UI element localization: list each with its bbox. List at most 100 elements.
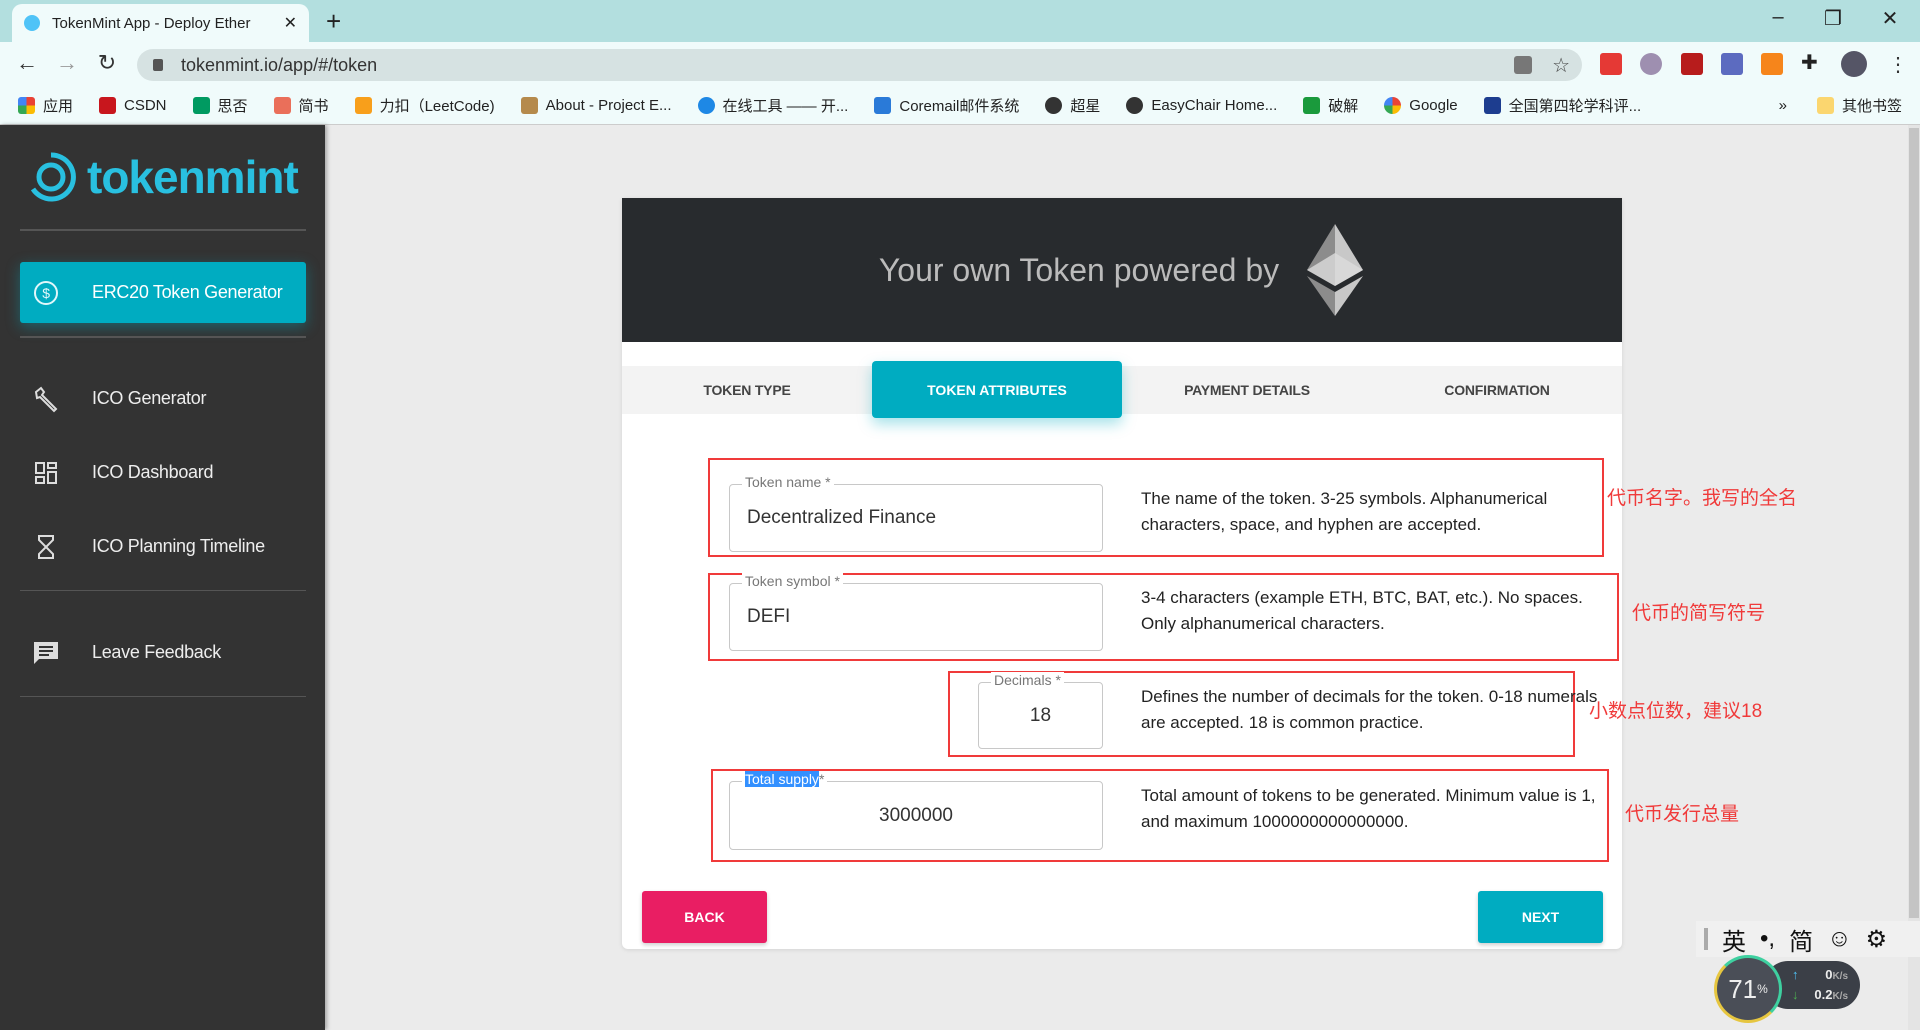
leetcode-icon bbox=[354, 96, 372, 114]
sidebar-item-erc20-token-generator[interactable]: $ ERC20 Token Generator bbox=[20, 262, 306, 323]
apps-grid-icon bbox=[18, 96, 35, 114]
hero-title: Your own Token powered by bbox=[878, 251, 1280, 288]
minimize-button[interactable]: – bbox=[1758, 6, 1798, 29]
bookmark-coremail[interactable]: Coremail邮件系统 bbox=[874, 95, 1019, 116]
gear-icon[interactable]: ⚙ bbox=[1866, 925, 1888, 954]
globe-icon bbox=[1045, 96, 1063, 114]
scrollbar-thumb[interactable] bbox=[1909, 128, 1919, 918]
translate-icon[interactable] bbox=[1514, 56, 1533, 74]
emoji-icon[interactable]: ☺ bbox=[1827, 925, 1852, 953]
tools-icon bbox=[697, 96, 715, 114]
token-symbol-help: 3-4 characters (example ETH, BTC, BAT, e… bbox=[1141, 588, 1583, 633]
ime-mode-toggle[interactable]: 简 bbox=[1789, 922, 1813, 957]
token-name-input[interactable]: Token name * Decentralized Finance bbox=[729, 474, 1103, 552]
total-supply-input[interactable]: Total supply* 3000000 bbox=[729, 771, 1103, 850]
bookmark-crack[interactable]: 破解 bbox=[1303, 95, 1358, 116]
jianshu-icon bbox=[273, 96, 291, 114]
upload-arrow-icon: ↑ bbox=[1792, 967, 1799, 982]
sidebar-item-ico-dashboard[interactable]: ICO Dashboard bbox=[20, 442, 306, 503]
hourglass-icon bbox=[32, 533, 60, 561]
bookmark-online-tools[interactable]: 在线工具 —— 开... bbox=[697, 95, 848, 116]
sidebar-item-label: ICO Planning Timeline bbox=[92, 536, 265, 556]
sidebar-divider bbox=[20, 590, 306, 591]
pe-icon bbox=[520, 96, 538, 114]
google-icon bbox=[1384, 96, 1402, 114]
ime-language-toggle[interactable]: 英 bbox=[1722, 922, 1746, 957]
step-token-type[interactable]: TOKEN TYPE bbox=[622, 366, 872, 414]
sidebar-item-ico-generator[interactable]: ICO Generator bbox=[20, 368, 306, 429]
bookmark-apps[interactable]: 应用 bbox=[18, 95, 73, 116]
sidebar-item-ico-planning-timeline[interactable]: ICO Planning Timeline bbox=[20, 516, 306, 577]
folder-icon bbox=[1816, 96, 1834, 114]
svg-text:$: $ bbox=[42, 285, 50, 301]
wizard-steps: TOKEN TYPE PAYMENT DETAILS CONFIRMATION bbox=[622, 366, 1622, 414]
globe-icon bbox=[1126, 96, 1144, 114]
z-icon bbox=[1303, 96, 1321, 114]
bookmark-leetcode[interactable]: 力扣（LeetCode) bbox=[354, 95, 495, 116]
token-symbol-input[interactable]: Token symbol * DEFI bbox=[729, 573, 1103, 651]
browser-menu-icon[interactable]: ⋮ bbox=[1888, 52, 1908, 77]
bookmark-google[interactable]: Google bbox=[1384, 96, 1458, 114]
decimals-help: Defines the number of decimals for the t… bbox=[1141, 687, 1598, 732]
bookmark-chaoxing[interactable]: 超星 bbox=[1045, 95, 1100, 116]
sidebar-item-label: ERC20 Token Generator bbox=[92, 282, 283, 302]
favicon-icon bbox=[24, 15, 40, 31]
mail-icon bbox=[874, 96, 892, 114]
bookmark-discipline-eval[interactable]: 全国第四轮学科评... bbox=[1483, 95, 1641, 116]
total-supply-help: Total amount of tokens to be generated. … bbox=[1141, 786, 1596, 831]
ime-punctuation-toggle[interactable]: •, bbox=[1760, 925, 1775, 953]
bookmark-segmentfault[interactable]: 思否 bbox=[192, 95, 248, 116]
reload-icon[interactable]: ↻ bbox=[92, 50, 122, 76]
bookmark-project-euler[interactable]: About - Project E... bbox=[520, 96, 672, 114]
ime-drag-handle[interactable] bbox=[1704, 928, 1708, 950]
back-nav-icon[interactable]: ← bbox=[12, 50, 42, 76]
other-bookmarks[interactable]: 其他书签 bbox=[1816, 95, 1902, 116]
close-tab-icon[interactable]: ✕ bbox=[284, 13, 297, 33]
sidebar-item-label: ICO Generator bbox=[92, 388, 207, 408]
sidebar-item-label: ICO Dashboard bbox=[92, 462, 214, 482]
forward-nav-icon[interactable]: → bbox=[52, 50, 82, 76]
ime-toolbar: 英 •, 简 ☺ ⚙ bbox=[1696, 921, 1920, 957]
wrench-icon bbox=[32, 385, 60, 413]
step-confirmation[interactable]: CONFIRMATION bbox=[1372, 366, 1622, 414]
graduation-icon bbox=[1483, 96, 1501, 114]
extension-pdf-icon[interactable] bbox=[1681, 53, 1703, 75]
dollar-circle-icon: $ bbox=[32, 279, 60, 307]
next-button[interactable]: NEXT bbox=[1478, 891, 1603, 943]
total-supply-label: Total supply* bbox=[742, 771, 828, 787]
step-token-attributes[interactable]: TOKEN ATTRIBUTES bbox=[872, 361, 1122, 418]
extension-cat-icon[interactable] bbox=[1640, 53, 1662, 75]
annotation-total-supply: 代币发行总量 bbox=[1625, 804, 1740, 825]
new-tab-button[interactable]: + bbox=[326, 6, 341, 37]
address-bar[interactable]: tokenmint.io/app/#/token ☆ bbox=[137, 49, 1582, 81]
dashboard-icon bbox=[32, 459, 60, 487]
url-text: tokenmint.io/app/#/token bbox=[181, 54, 378, 75]
close-window-button[interactable]: ✕ bbox=[1870, 6, 1910, 31]
back-button[interactable]: BACK bbox=[642, 891, 767, 943]
token-name-label: Token name * bbox=[742, 474, 834, 490]
restore-button[interactable]: ❐ bbox=[1813, 6, 1853, 31]
extension-metamask-icon[interactable] bbox=[1761, 53, 1783, 75]
extension-fe-icon[interactable] bbox=[1600, 53, 1622, 75]
tokenmint-logo-icon bbox=[30, 152, 76, 202]
bookmark-easychair[interactable]: EasyChair Home... bbox=[1126, 96, 1277, 114]
network-monitor-widget[interactable]: ↑ 0K/s ↓ 0.2K/s 71% bbox=[1714, 955, 1860, 1023]
bookmark-star-icon[interactable]: ☆ bbox=[1552, 53, 1570, 78]
profile-avatar[interactable] bbox=[1841, 51, 1867, 77]
sidebar-divider bbox=[20, 229, 306, 231]
bookmark-csdn[interactable]: CSDN bbox=[99, 96, 167, 114]
extensions-puzzle-icon[interactable]: ✚ bbox=[1801, 50, 1823, 74]
bookmark-jianshu[interactable]: 简书 bbox=[273, 95, 329, 116]
step-payment-details[interactable]: PAYMENT DETAILS bbox=[1122, 366, 1372, 414]
ethereum-icon bbox=[1307, 224, 1364, 316]
browser-tab[interactable]: TokenMint App - Deploy Ether ✕ bbox=[12, 4, 309, 42]
decimals-input[interactable]: Decimals * 18 bbox=[978, 672, 1103, 749]
sidebar-divider bbox=[20, 696, 306, 697]
extension-zotero-icon[interactable] bbox=[1721, 53, 1743, 75]
sidebar-divider bbox=[20, 336, 306, 338]
more-bookmarks-button[interactable]: » bbox=[1779, 97, 1787, 114]
annotation-decimals: 小数点位数，建议18 bbox=[1589, 701, 1763, 722]
tokenmint-logo[interactable]: tokenmint bbox=[25, 150, 299, 204]
sidebar-item-leave-feedback[interactable]: Leave Feedback bbox=[20, 622, 306, 683]
lock-icon bbox=[153, 59, 163, 71]
